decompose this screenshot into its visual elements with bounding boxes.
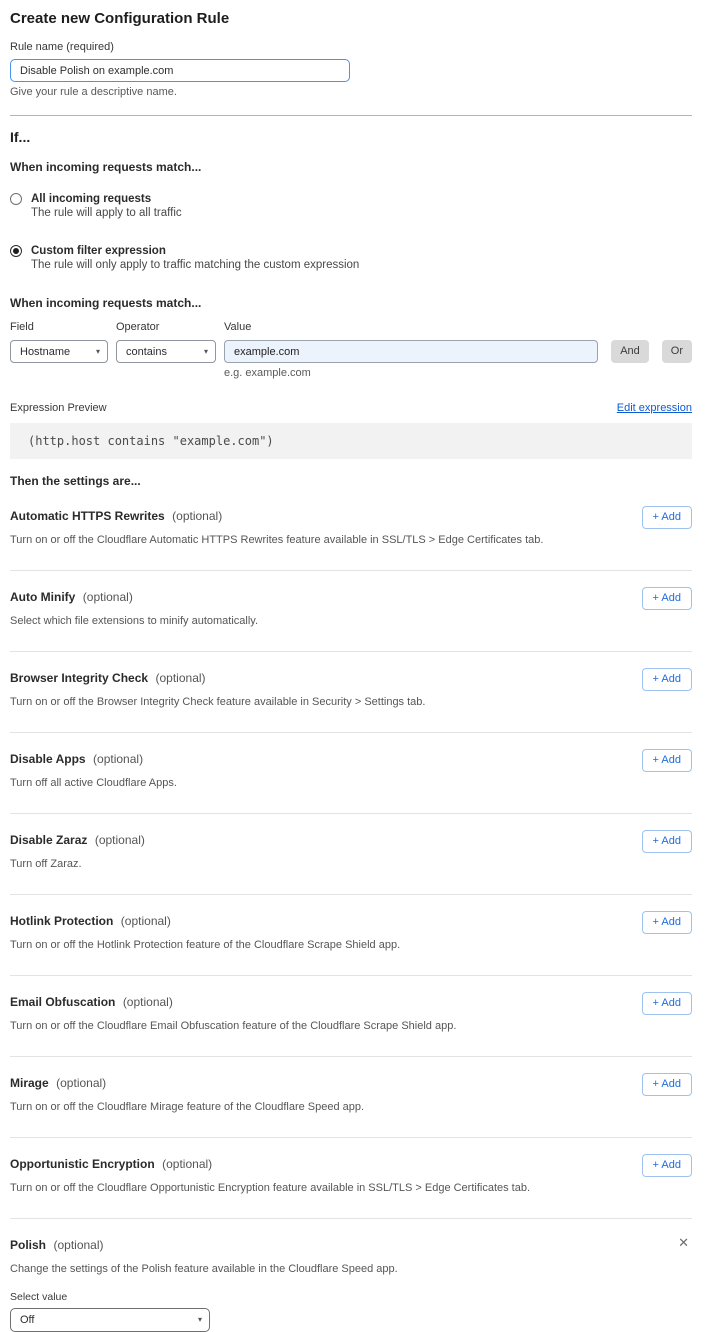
setting-row: Browser Integrity Check (optional) Turn … [10,652,692,733]
operator-select[interactable]: contains ▾ [116,340,216,363]
setting-row: Auto Minify (optional) Select which file… [10,571,692,652]
add-setting-button[interactable]: + Add [642,668,692,691]
setting-description: Turn on or off the Cloudflare Email Obfu… [10,1020,610,1033]
chevron-down-icon: ▾ [204,348,208,356]
expression-preview-code: (http.host contains "example.com") [10,423,692,459]
and-button[interactable]: And [611,340,649,363]
rule-name-group: Rule name (required) Give your rule a de… [10,41,692,99]
chevron-down-icon: ▾ [96,348,100,356]
or-button[interactable]: Or [662,340,692,363]
setting-title: Mirage [10,1076,49,1090]
setting-optional-tag: (optional) [83,590,133,604]
setting-optional-tag: (optional) [93,752,143,766]
value-label: Value [224,321,598,334]
rule-name-input[interactable] [10,59,350,82]
radio-label: All incoming requests [31,192,182,206]
page-title: Create new Configuration Rule [10,10,692,28]
setting-row: Email Obfuscation (optional) Turn on or … [10,976,692,1057]
radio-label: Custom filter expression [31,244,359,258]
section-divider [10,115,692,116]
add-setting-button[interactable]: + Add [642,749,692,772]
polish-select-value: Off [20,1314,34,1326]
setting-optional-tag: (optional) [56,1076,106,1090]
setting-description: Turn off all active Cloudflare Apps. [10,777,610,790]
expression-builder-heading: When incoming requests match... [10,296,692,310]
setting-optional-tag: (optional) [95,833,145,847]
radio-all-incoming-requests[interactable]: All incoming requests The rule will appl… [10,192,692,221]
setting-description: Turn on or off the Cloudflare Opportunis… [10,1182,610,1195]
create-configuration-rule-page: Create new Configuration Rule Rule name … [0,0,705,1332]
setting-optional-tag: (optional) [156,671,206,685]
setting-row: Disable Zaraz (optional) Turn off Zaraz.… [10,814,692,895]
setting-description: Change the settings of the Polish featur… [10,1263,610,1276]
setting-optional-tag: (optional) [53,1238,103,1252]
setting-title: Browser Integrity Check [10,671,148,685]
radio-button-icon[interactable] [10,245,22,257]
field-label: Field [10,321,108,334]
setting-row: Mirage (optional) Turn on or off the Clo… [10,1057,692,1138]
setting-row-polish: Polish (optional) ✕ Change the settings … [10,1219,692,1332]
setting-title: Auto Minify [10,590,75,604]
setting-optional-tag: (optional) [172,509,222,523]
setting-row: Opportunistic Encryption (optional) Turn… [10,1138,692,1219]
field-select-value: Hostname [20,346,70,358]
rule-name-helper: Give your rule a descriptive name. [10,86,692,99]
setting-optional-tag: (optional) [162,1157,212,1171]
add-setting-button[interactable]: + Add [642,1154,692,1177]
setting-title: Disable Apps [10,752,86,766]
setting-description: Turn on or off the Cloudflare Mirage fea… [10,1101,610,1114]
radio-description: The rule will only apply to traffic matc… [31,258,359,273]
edit-expression-link[interactable]: Edit expression [617,402,692,415]
rule-name-label: Rule name (required) [10,41,692,54]
add-setting-button[interactable]: + Add [642,587,692,610]
add-setting-button[interactable]: + Add [642,911,692,934]
radio-button-icon[interactable] [10,193,22,205]
value-helper: e.g. example.com [224,367,598,380]
chevron-down-icon: ▾ [198,1316,202,1324]
setting-row: Disable Apps (optional) Turn off all act… [10,733,692,814]
operator-select-value: contains [126,346,167,358]
match-type-radio-group: All incoming requests The rule will appl… [10,192,692,273]
radio-custom-filter-expression[interactable]: Custom filter expression The rule will o… [10,244,692,273]
setting-title: Automatic HTTPS Rewrites [10,509,165,523]
field-select[interactable]: Hostname ▾ [10,340,108,363]
expression-builder-row: Field Hostname ▾ Operator contains ▾ Val… [10,321,692,380]
setting-title: Disable Zaraz [10,833,87,847]
setting-description: Select which file extensions to minify a… [10,615,610,628]
polish-value-select[interactable]: Off ▾ [10,1308,210,1332]
setting-optional-tag: (optional) [123,995,173,1009]
expression-preview-label: Expression Preview [10,402,107,415]
setting-description: Turn on or off the Cloudflare Automatic … [10,534,610,547]
settings-list: Automatic HTTPS Rewrites (optional) Turn… [10,490,692,1332]
setting-title: Polish [10,1238,46,1252]
setting-title: Opportunistic Encryption [10,1157,155,1171]
value-input[interactable] [224,340,598,363]
close-icon[interactable]: ✕ [678,1236,689,1249]
setting-row: Automatic HTTPS Rewrites (optional) Turn… [10,490,692,571]
operator-label: Operator [116,321,216,334]
add-setting-button[interactable]: + Add [642,506,692,529]
setting-title: Hotlink Protection [10,914,113,928]
setting-row: Hotlink Protection (optional) Turn on or… [10,895,692,976]
incoming-requests-match-label: When incoming requests match... [10,160,692,174]
if-heading: If... [10,129,692,146]
then-settings-heading: Then the settings are... [10,474,692,488]
setting-description: Turn on or off the Hotlink Protection fe… [10,939,610,952]
add-setting-button[interactable]: + Add [642,1073,692,1096]
radio-description: The rule will apply to all traffic [31,206,182,221]
add-setting-button[interactable]: + Add [642,992,692,1015]
setting-optional-tag: (optional) [121,914,171,928]
setting-description: Turn on or off the Browser Integrity Che… [10,696,610,709]
select-value-label: Select value [10,1291,692,1303]
add-setting-button[interactable]: + Add [642,830,692,853]
setting-description: Turn off Zaraz. [10,858,610,871]
setting-title: Email Obfuscation [10,995,115,1009]
